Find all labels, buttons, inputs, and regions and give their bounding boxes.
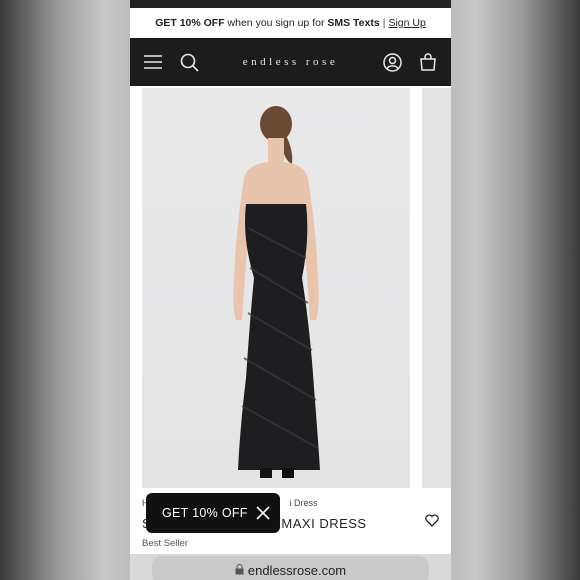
next-product-image[interactable] xyxy=(422,88,451,488)
promo-channel: SMS Texts xyxy=(327,17,380,29)
promo-text: when you sign up for xyxy=(227,17,325,29)
close-icon[interactable] xyxy=(256,506,270,520)
promo-separator: | xyxy=(382,17,386,29)
product-gallery[interactable] xyxy=(130,86,451,490)
product-title-end: MAXI DRESS xyxy=(281,515,367,531)
search-icon[interactable] xyxy=(178,51,200,73)
site-header: endless rose xyxy=(130,38,451,86)
bag-icon[interactable] xyxy=(417,51,439,73)
product-image[interactable] xyxy=(142,88,410,488)
lock-icon xyxy=(235,563,244,578)
account-icon[interactable] xyxy=(381,51,403,73)
breadcrumb-end[interactable]: i Dress xyxy=(290,498,318,508)
promo-banner[interactable]: GET 10% OFF when you sign up for SMS Tex… xyxy=(130,8,451,38)
url-text[interactable]: endlessrose.com xyxy=(248,563,346,578)
toast-label[interactable]: GET 10% OFF xyxy=(162,506,248,520)
discount-toast[interactable]: GET 10% OFF xyxy=(146,493,280,533)
sign-up-link[interactable]: Sign Up xyxy=(388,17,425,29)
promo-offer: GET 10% OFF xyxy=(155,17,225,29)
status-strip xyxy=(130,0,451,8)
menu-icon[interactable] xyxy=(142,51,164,73)
address-bar[interactable]: endlessrose.com xyxy=(152,556,429,580)
best-seller-badge: Best Seller xyxy=(142,538,188,549)
phone-screen: GET 10% OFF when you sign up for SMS Tex… xyxy=(130,0,451,580)
heart-icon[interactable] xyxy=(425,514,439,532)
